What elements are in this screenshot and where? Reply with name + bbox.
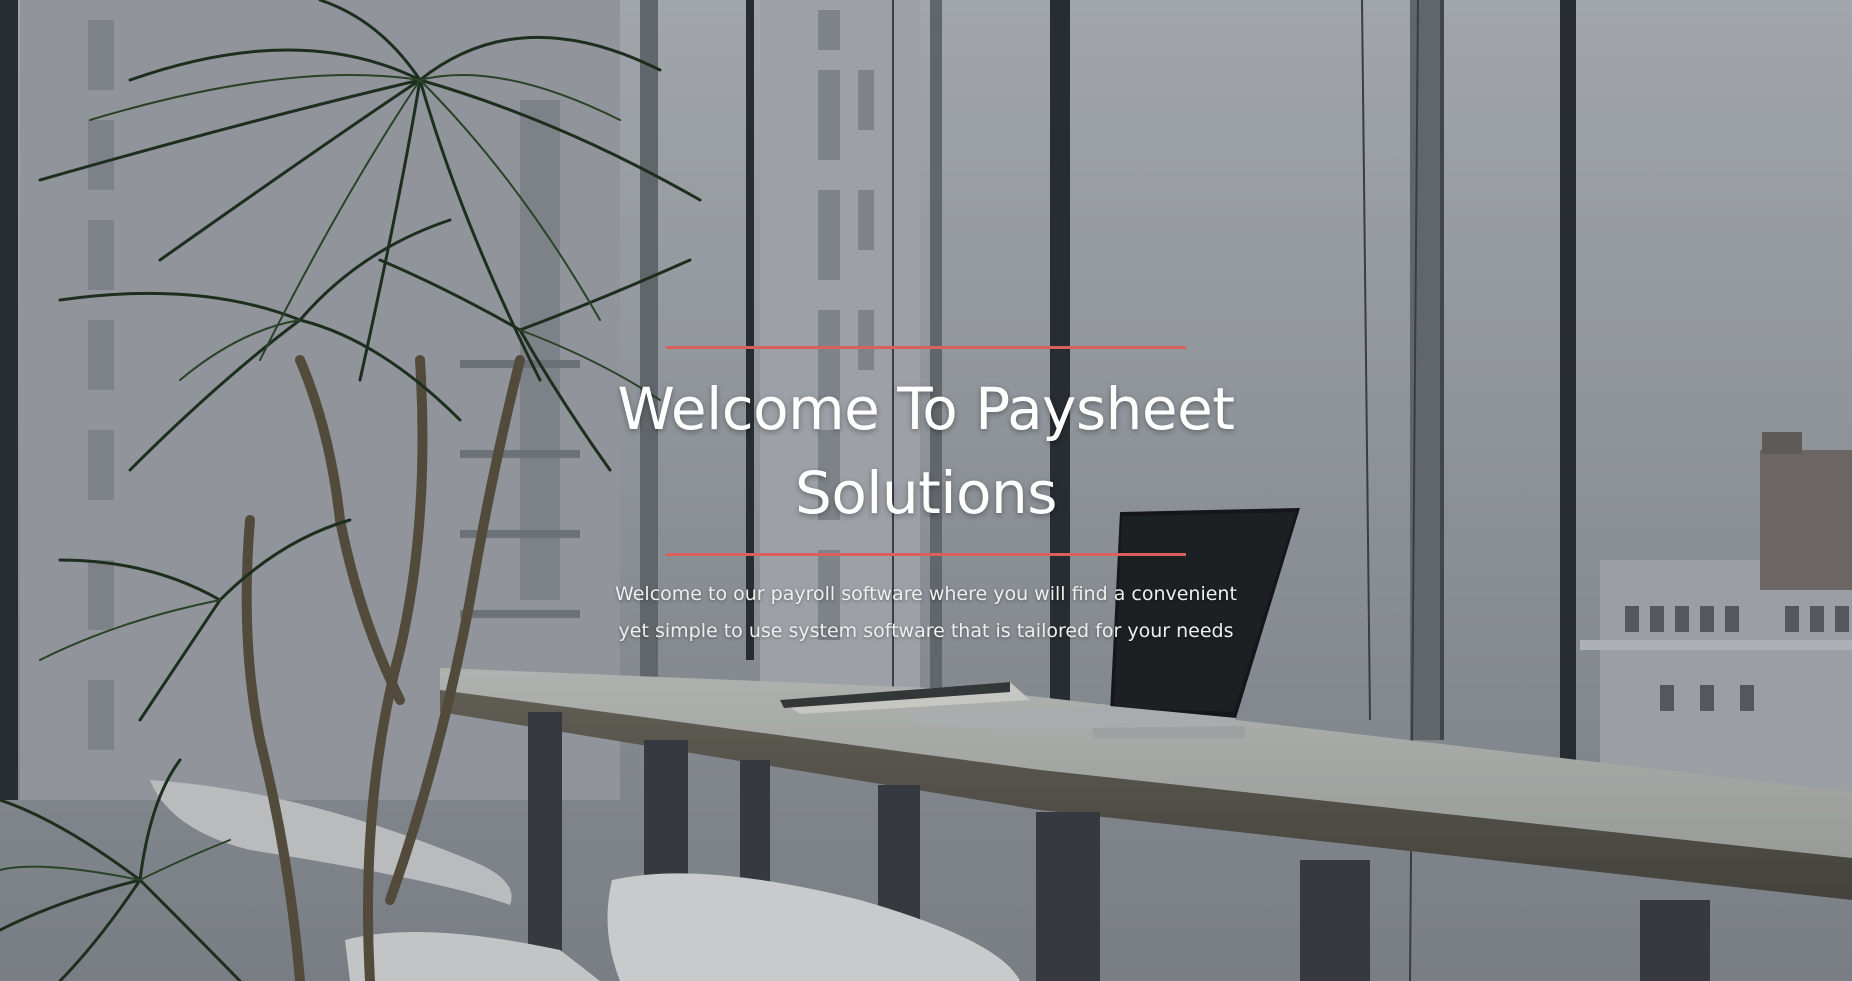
page-title-line-2: Solutions bbox=[795, 459, 1058, 527]
hero-section: Welcome To Paysheet Solutions Welcome to… bbox=[0, 0, 1852, 981]
hero-content: Welcome To Paysheet Solutions Welcome to… bbox=[0, 346, 1852, 650]
accent-line-top bbox=[666, 346, 1186, 349]
page-title: Welcome To Paysheet Solutions bbox=[616, 367, 1236, 535]
hero-subtitle: Welcome to our payroll software where yo… bbox=[606, 576, 1246, 650]
hero-subtitle-line-2: yet simple to use system software that i… bbox=[618, 620, 1234, 642]
page-title-line-1: Welcome To Paysheet bbox=[617, 375, 1235, 443]
accent-line-bottom bbox=[666, 553, 1186, 556]
hero-subtitle-line-1: Welcome to our payroll software where yo… bbox=[615, 583, 1237, 605]
